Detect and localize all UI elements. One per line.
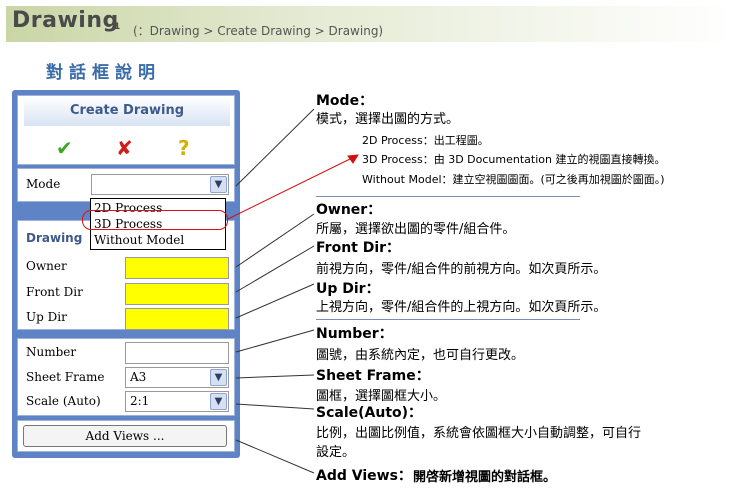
number-heading: Number： (316, 326, 393, 342)
up-dir-text: 上視方向，零件/組合件的上視方向。如次頁所示。 (316, 300, 607, 315)
leader-number (235, 329, 315, 353)
add-views-text: 開啓新增視圖的對話框。 (413, 470, 557, 485)
divider (316, 196, 580, 197)
mode-without-model-text: Without Model：建立空視圖圖面。(可之後再加視圖於圖面。) (362, 173, 665, 186)
owner-text: 所屬，選擇欲出圖的零件/組合件。 (316, 222, 516, 237)
mode-heading: Mode： (316, 93, 374, 109)
up-dir-heading: Up Dir： (316, 281, 380, 297)
mode-2d-text: 2D Process：出工程圖。 (362, 134, 489, 147)
mode-3d-text: 3D Process：由 3D Documentation 建立的視圖直接轉換。 (362, 153, 666, 166)
scale-text-line1: 比例，出圖比例值，系統會依圖框大小自動調整，可自行 (316, 426, 642, 441)
leader-owner (235, 213, 315, 268)
add-views-heading: Add Views： (316, 468, 412, 484)
front-dir-heading: Front Dir： (316, 240, 401, 256)
leader-scale (235, 403, 315, 410)
sheet-frame-heading: Sheet Frame： (316, 368, 430, 384)
mode-text: 模式，選擇出圖的方式。 (316, 112, 460, 127)
scale-text-line2: 設定。 (316, 445, 356, 460)
leader-add-views (235, 439, 315, 474)
leader-mode (235, 108, 315, 187)
leader-sheet-frame (235, 374, 315, 379)
number-text: 圖號，由系統內定，也可自行更改。 (316, 348, 525, 363)
scale-heading: Scale(Auto)： (316, 405, 423, 421)
front-dir-text: 前視方向，零件/組合件的前視方向。如次頁所示。 (316, 262, 607, 277)
leader-front-dir (235, 245, 315, 293)
leader-up-dir (235, 283, 315, 319)
divider (316, 319, 580, 320)
owner-heading: Owner： (316, 202, 382, 218)
